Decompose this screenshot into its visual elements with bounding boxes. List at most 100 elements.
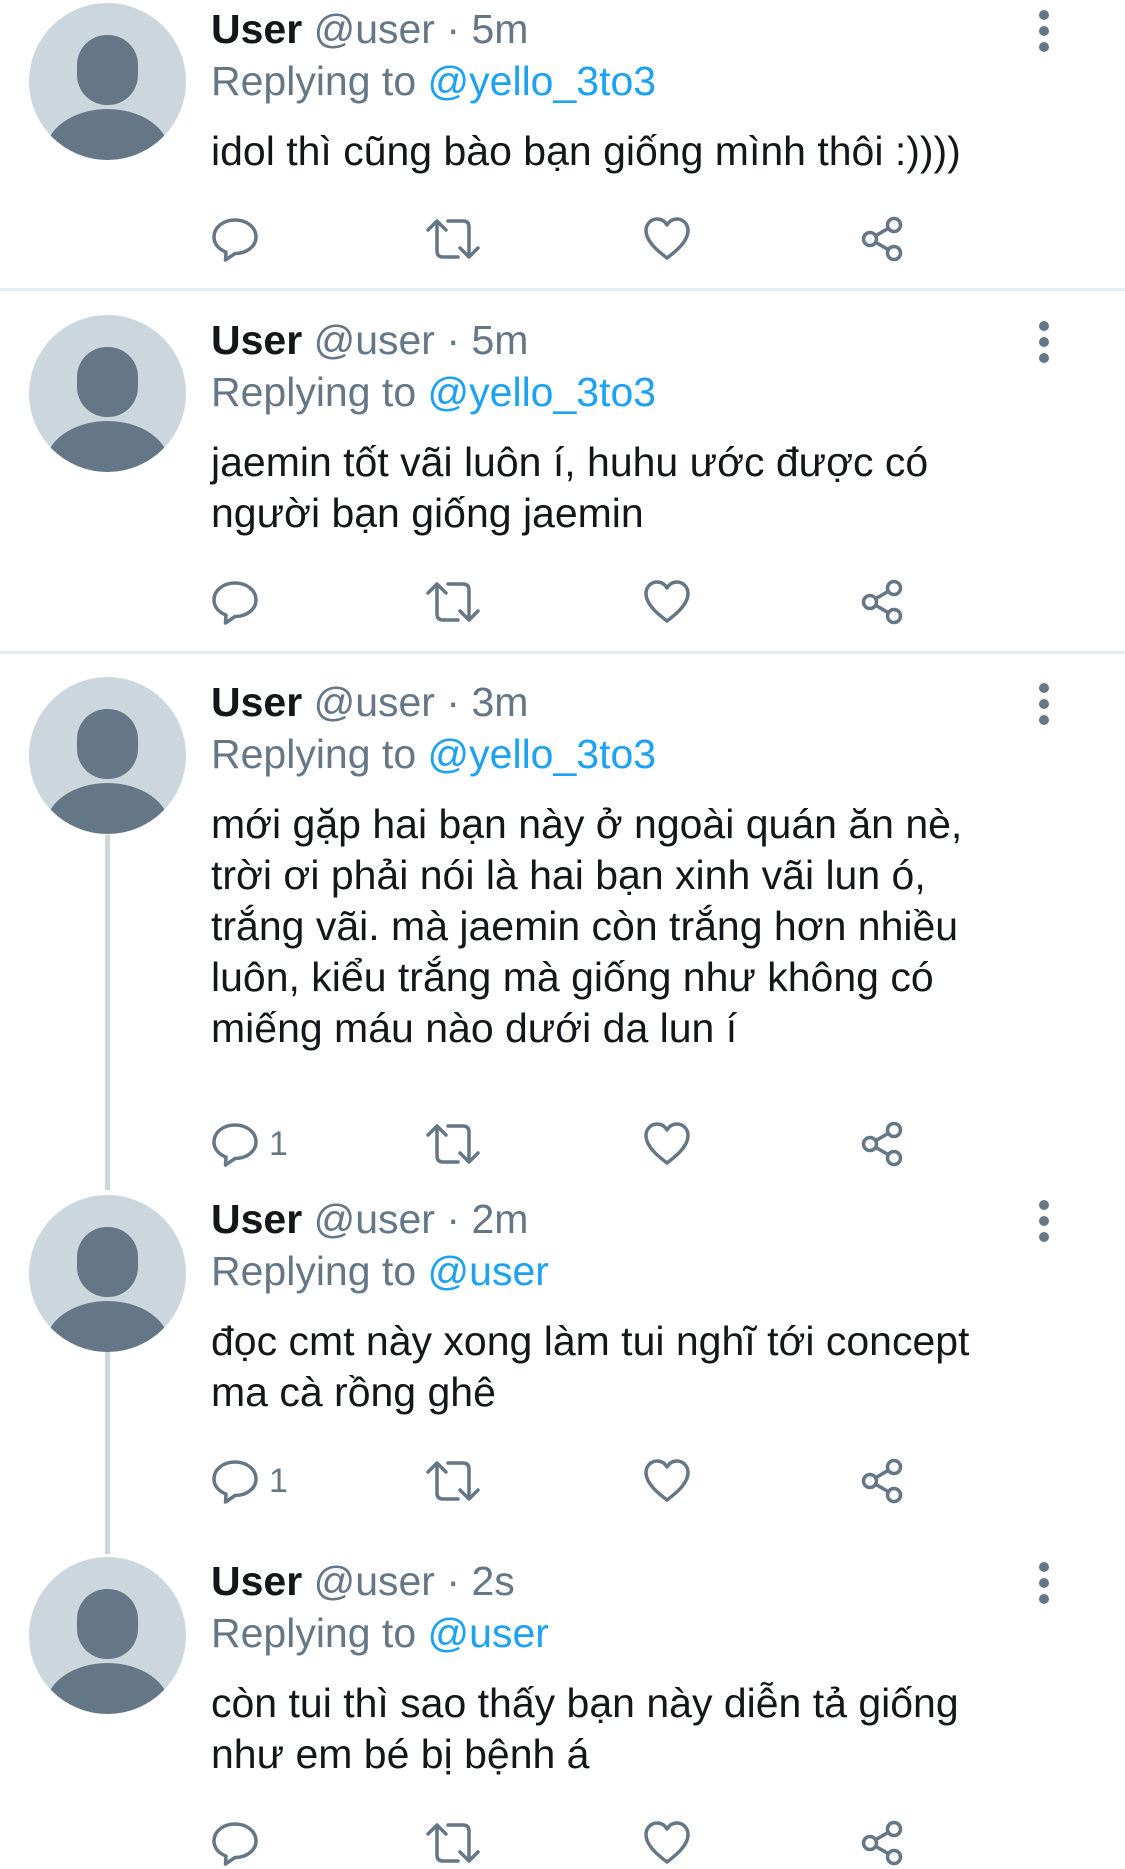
- replying-to: Replying to @yello_3to3: [211, 730, 656, 778]
- avatar[interactable]: [29, 1557, 186, 1714]
- tweet-text-line: đọc cmt này xong làm tui nghĩ tới concep…: [211, 1318, 970, 1364]
- timestamp[interactable]: 3m: [471, 679, 528, 725]
- like-button[interactable]: [643, 1817, 691, 1869]
- more-icon[interactable]: [1032, 1199, 1056, 1243]
- share-button[interactable]: [858, 1817, 906, 1869]
- like-button[interactable]: [643, 576, 691, 628]
- default-avatar-icon: [45, 35, 170, 160]
- retweet-button[interactable]: [425, 1118, 481, 1170]
- avatar[interactable]: [29, 3, 186, 160]
- like-icon: [644, 580, 690, 623]
- separator-dot: ·: [446, 1558, 461, 1604]
- reply-icon: [212, 1822, 258, 1866]
- reply-button[interactable]: 1: [211, 1118, 288, 1170]
- replying-to: Replying to @yello_3to3: [211, 57, 656, 105]
- share-icon: [861, 579, 903, 625]
- user-name[interactable]: User: [211, 317, 302, 363]
- avatar[interactable]: [29, 677, 186, 834]
- replying-to-handle[interactable]: @yello_3to3: [428, 369, 657, 415]
- like-button[interactable]: [643, 213, 691, 265]
- user-handle[interactable]: @user: [314, 1558, 435, 1604]
- default-avatar-icon: [45, 709, 170, 834]
- replying-to-handle[interactable]: @user: [428, 1610, 549, 1656]
- tweet-text-line: idol thì cũng bào bạn giống mình thôi :)…: [211, 128, 961, 174]
- default-avatar-icon: [45, 1227, 170, 1352]
- tweet-text: còn tui thì sao thấy bạn này diễn tả giố…: [211, 1678, 1071, 1780]
- tweet[interactable]: User @user · 2s Replying to @user còn tu…: [0, 1533, 1125, 1866]
- share-button[interactable]: [858, 1455, 906, 1507]
- tweet[interactable]: User @user · 5m Replying to @yello_3to3 …: [0, 291, 1125, 651]
- replying-to-handle[interactable]: @yello_3to3: [428, 731, 657, 777]
- user-name[interactable]: User: [211, 6, 302, 52]
- tweet-text-line: như em bé bị bệnh á: [211, 1731, 590, 1777]
- more-icon[interactable]: [1032, 682, 1056, 726]
- avatar[interactable]: [29, 315, 186, 472]
- like-icon: [644, 1821, 690, 1864]
- reply-button[interactable]: [211, 1817, 259, 1869]
- share-button[interactable]: [858, 213, 906, 265]
- separator-dot: ·: [446, 679, 461, 725]
- like-button[interactable]: [643, 1118, 691, 1170]
- share-icon: [861, 1121, 903, 1167]
- share-icon: [861, 1820, 903, 1866]
- reply-icon: [212, 1123, 258, 1167]
- tweet[interactable]: User @user · 5m Replying to @yello_3to3 …: [0, 0, 1125, 288]
- tweet-text-line: mới gặp hai bạn này ở ngoài quán ăn nè,: [211, 801, 963, 847]
- like-icon: [644, 217, 690, 260]
- user-name[interactable]: User: [211, 1196, 302, 1242]
- tweet-text-line: ma cà rồng ghê: [211, 1369, 496, 1415]
- user-handle[interactable]: @user: [314, 1196, 435, 1242]
- reply-button[interactable]: [211, 213, 259, 265]
- replying-to: Replying to @user: [211, 1247, 549, 1295]
- retweet-button[interactable]: [425, 1817, 481, 1869]
- user-handle[interactable]: @user: [314, 6, 435, 52]
- tweet-header: User @user · 3m: [211, 678, 528, 726]
- tweet-text-line: jaemin tốt vãi luôn í, huhu ước được có: [211, 439, 929, 485]
- replying-to: Replying to @yello_3to3: [211, 368, 656, 416]
- tweet[interactable]: User @user · 2m Replying to @user đọc cm…: [0, 1171, 1125, 1533]
- default-avatar-icon: [45, 347, 170, 472]
- replying-to-handle[interactable]: @yello_3to3: [428, 58, 657, 104]
- reply-icon: [212, 581, 258, 625]
- retweet-icon: [426, 582, 480, 622]
- retweet-button[interactable]: [425, 576, 481, 628]
- reply-button[interactable]: 1: [211, 1455, 288, 1507]
- separator-dot: ·: [446, 317, 461, 363]
- timestamp[interactable]: 2s: [471, 1558, 514, 1604]
- retweet-icon: [426, 1823, 480, 1863]
- timestamp[interactable]: 2m: [471, 1196, 528, 1242]
- tweet[interactable]: User @user · 3m Replying to @yello_3to3 …: [0, 654, 1125, 1171]
- share-button[interactable]: [858, 1118, 906, 1170]
- share-button[interactable]: [858, 576, 906, 628]
- tweet-text-line: trắng vãi. mà jaemin còn trắng hơn nhiều: [211, 903, 959, 949]
- more-icon[interactable]: [1032, 9, 1056, 53]
- user-handle[interactable]: @user: [314, 679, 435, 725]
- reply-count: 1: [269, 1462, 288, 1500]
- tweet-text-line: luôn, kiểu trắng mà giống như không có: [211, 954, 934, 1000]
- more-icon[interactable]: [1032, 320, 1056, 364]
- tweet-text-line: còn tui thì sao thấy bạn này diễn tả giố…: [211, 1680, 959, 1726]
- like-icon: [644, 1122, 690, 1165]
- replying-to-handle[interactable]: @user: [428, 1248, 549, 1294]
- tweet-text: mới gặp hai bạn này ở ngoài quán ăn nè, …: [211, 799, 1071, 1054]
- share-icon: [861, 1458, 903, 1504]
- timestamp[interactable]: 5m: [471, 6, 528, 52]
- tweet-text-line: người bạn giống jaemin: [211, 490, 644, 536]
- timestamp[interactable]: 5m: [471, 317, 528, 363]
- more-icon[interactable]: [1032, 1561, 1056, 1605]
- reply-icon: [212, 1460, 258, 1504]
- reply-button[interactable]: [211, 576, 259, 628]
- user-name[interactable]: User: [211, 679, 302, 725]
- avatar[interactable]: [29, 1195, 186, 1352]
- tweet-text: idol thì cũng bào bạn giống mình thôi :)…: [211, 126, 1071, 177]
- retweet-icon: [426, 1461, 480, 1501]
- retweet-icon: [426, 1124, 480, 1164]
- tweet-header: User @user · 5m: [211, 5, 528, 53]
- user-handle[interactable]: @user: [314, 317, 435, 363]
- like-button[interactable]: [643, 1455, 691, 1507]
- retweet-button[interactable]: [425, 1455, 481, 1507]
- reply-icon: [212, 218, 258, 262]
- tweet-text-line: trời ơi phải nói là hai bạn xinh vãi lun…: [211, 852, 926, 898]
- user-name[interactable]: User: [211, 1558, 302, 1604]
- retweet-button[interactable]: [425, 213, 481, 265]
